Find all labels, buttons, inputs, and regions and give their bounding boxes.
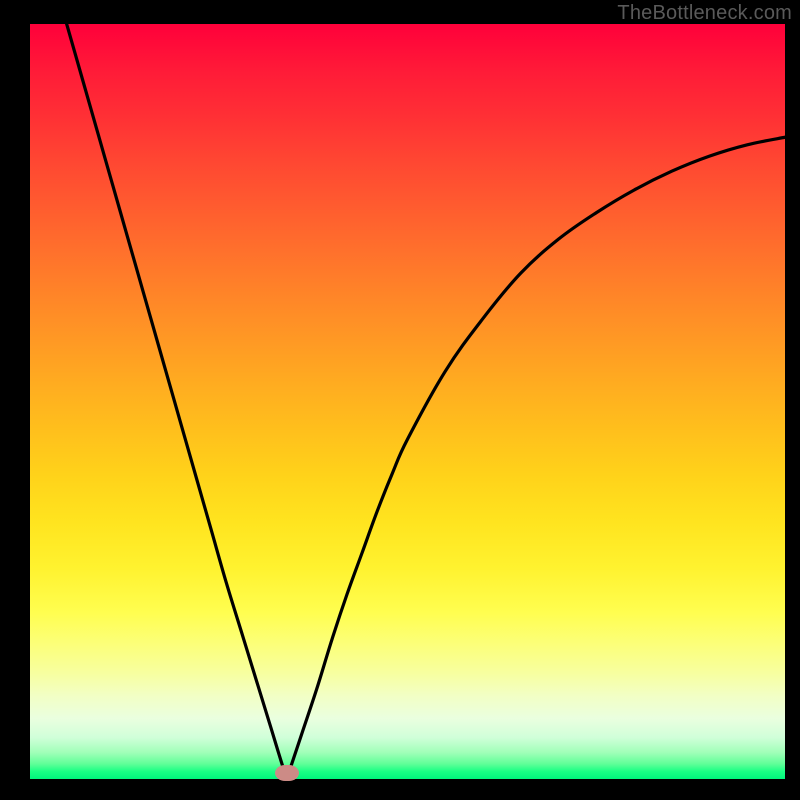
plot-area bbox=[30, 24, 785, 779]
watermark-text: TheBottleneck.com bbox=[617, 2, 792, 25]
minimum-marker bbox=[275, 765, 299, 781]
chart-frame bbox=[15, 24, 785, 794]
bottleneck-curve bbox=[30, 24, 785, 779]
